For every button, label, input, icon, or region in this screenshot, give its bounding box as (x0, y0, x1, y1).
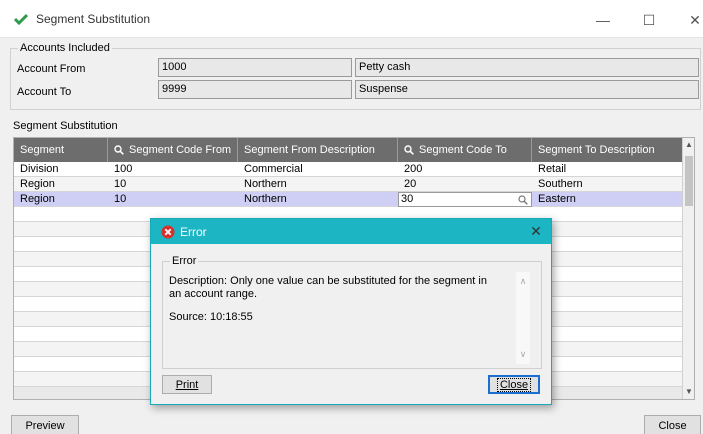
column-header-segment-code-from[interactable]: Segment Code From (108, 138, 238, 162)
column-header-label: Segment From Description (244, 144, 375, 156)
column-header-label: Segment To Description (538, 144, 655, 156)
window-title: Segment Substitution (36, 12, 151, 26)
column-header-segment-code-to[interactable]: Segment Code To (398, 138, 532, 162)
column-header-label: Segment Code To (419, 144, 507, 156)
print-button[interactable]: Print (162, 375, 212, 394)
grid-header: Segment Segment Code From Segment From D… (14, 138, 694, 162)
table-cell[interactable]: Retail (532, 162, 566, 177)
error-group-label: Error (170, 255, 199, 267)
column-header-label: Segment Code From (129, 144, 232, 156)
grid-scrollbar[interactable]: ▲ ▼ (682, 138, 694, 399)
account-from-field[interactable]: 1000 (158, 58, 352, 77)
table-cell[interactable]: 100 (108, 162, 132, 177)
search-icon[interactable] (114, 145, 124, 155)
dialog-title: Error (180, 225, 207, 239)
error-icon (161, 225, 175, 239)
scroll-down-icon[interactable]: ▼ (683, 387, 694, 399)
column-header-segment-from-description[interactable]: Segment From Description (238, 138, 398, 162)
table-cell[interactable]: Region (14, 177, 55, 192)
account-to-description: Suspense (355, 80, 699, 99)
table-row[interactable]: Region 10 Northern 20 Southern (14, 177, 694, 192)
input-value: 30 (401, 193, 414, 205)
account-from-label: Account From (17, 63, 86, 75)
table-cell[interactable]: Eastern (532, 192, 576, 207)
scroll-down-icon[interactable]: ∨ (516, 349, 530, 360)
table-cell[interactable]: Northern (238, 177, 287, 192)
minimize-button[interactable]: — (580, 6, 626, 34)
search-icon[interactable] (404, 145, 414, 155)
app-logo-icon (14, 13, 28, 25)
scrollbar-thumb[interactable] (685, 156, 693, 206)
account-to-label: Account To (17, 86, 72, 98)
close-button[interactable]: Close (644, 415, 701, 434)
dialog-close-button[interactable]: Close (488, 375, 540, 394)
table-cell[interactable]: 10 (108, 192, 126, 207)
table-cell[interactable]: Northern (238, 192, 287, 207)
error-source: Source: 10:18:55 (169, 311, 253, 323)
account-to-field[interactable]: 9999 (158, 80, 352, 99)
lookup-search-icon[interactable] (518, 195, 528, 205)
table-cell[interactable]: Commercial (238, 162, 303, 177)
dialog-title-bar: Error ✕ (151, 219, 551, 244)
account-from-description: Petty cash (355, 58, 699, 77)
table-cell[interactable]: 10 (108, 177, 126, 192)
table-cell[interactable]: Region (14, 192, 55, 207)
accounts-group-label: Accounts Included (18, 42, 112, 54)
column-header-segment[interactable]: Segment (14, 138, 108, 162)
scroll-up-icon[interactable]: ▲ (683, 140, 694, 152)
column-header-label: Segment (20, 144, 65, 156)
table-cell[interactable]: Southern (532, 177, 583, 192)
error-description: Description: Only one value can be subst… (169, 275, 487, 300)
title-bar: Segment Substitution — ☐ ✕ (0, 0, 703, 38)
table-cell[interactable]: Division (14, 162, 59, 177)
segment-code-to-input[interactable]: 30 (398, 192, 532, 207)
table-row[interactable]: Division 100 Commercial 200 Retail (14, 162, 694, 177)
window-close-button[interactable]: ✕ (672, 6, 703, 34)
scroll-up-icon[interactable]: ∧ (516, 276, 530, 287)
table-cell[interactable]: 200 (398, 162, 422, 177)
maximize-button[interactable]: ☐ (626, 6, 672, 34)
dialog-close-icon[interactable]: ✕ (527, 222, 545, 240)
segment-substitution-label: Segment Substitution (13, 120, 118, 132)
table-cell[interactable]: 20 (398, 177, 416, 192)
preview-button[interactable]: Preview (11, 415, 79, 434)
error-dialog: Error ✕ Error Description: Only one valu… (150, 218, 552, 405)
table-row-selected[interactable]: Region 10 Northern 30 Eastern (14, 192, 694, 207)
dialog-close-label: Close (496, 377, 532, 392)
column-header-segment-to-description[interactable]: Segment To Description (532, 138, 684, 162)
dialog-scrollbar[interactable]: ∧ ∨ (516, 272, 530, 364)
